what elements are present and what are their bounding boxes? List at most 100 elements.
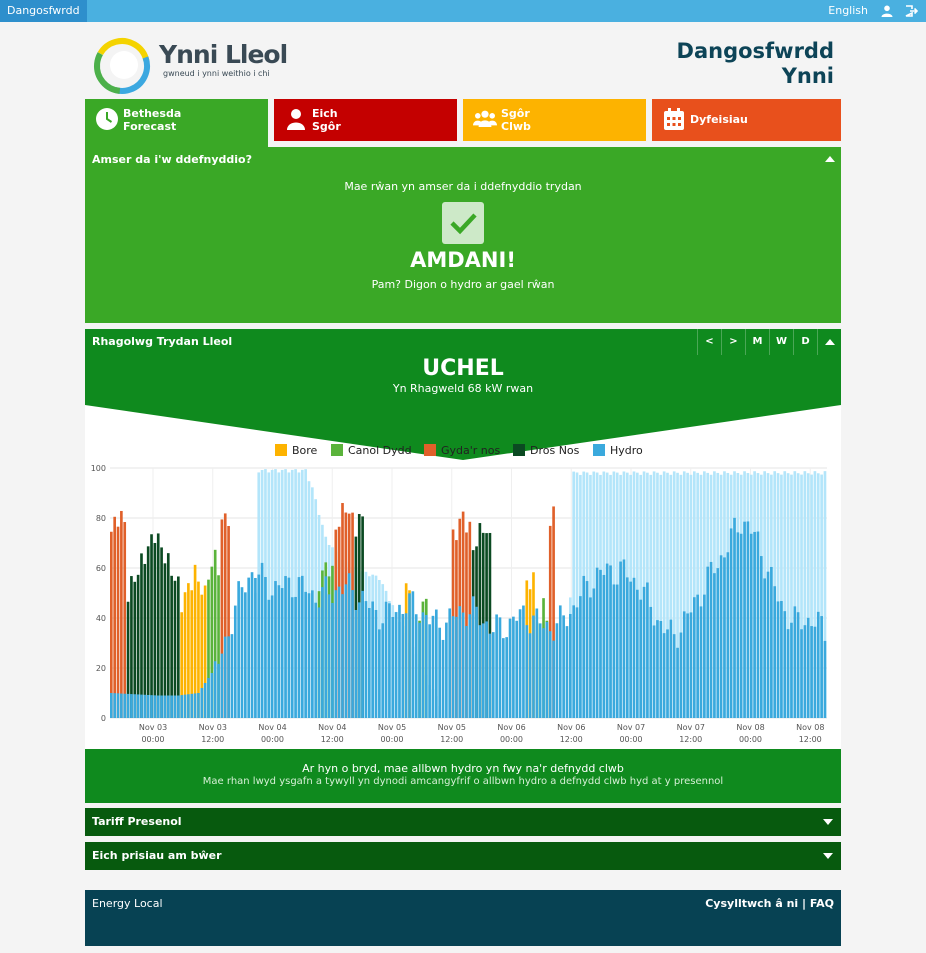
hydro-bar <box>424 614 428 718</box>
tab-your-score[interactable]: Eich Sgôr <box>274 99 457 141</box>
hydro-bar <box>110 693 113 718</box>
collapse-button[interactable] <box>817 329 841 355</box>
hydro-bar <box>538 623 542 718</box>
hydro-bar <box>284 576 287 718</box>
hydro-bar <box>505 637 509 718</box>
logo-tagline: gwneud i ynni weithio i chi <box>163 69 270 78</box>
hydro-bar <box>441 639 445 718</box>
logout-icon[interactable] <box>905 5 918 17</box>
good-time-panel: Amser da i'w ddefnyddio? Mae rŵan yn ams… <box>85 147 841 323</box>
hydro-bar <box>716 568 720 718</box>
hydro-bar <box>153 695 157 718</box>
footer-links[interactable]: Cysylltwch â ni | FAQ <box>705 897 834 910</box>
expand-caret-icon[interactable] <box>823 853 833 859</box>
hydro-bar <box>203 683 207 718</box>
hydro-bar <box>679 632 683 718</box>
hydro-bar <box>197 693 200 718</box>
logo-name: Ynni Lleol <box>159 40 288 69</box>
week-view-button[interactable]: W <box>769 329 793 355</box>
hydro-bar <box>535 608 539 718</box>
language-switch[interactable]: English <box>828 0 868 22</box>
hydro-bar <box>565 626 569 718</box>
hydro-bar <box>270 595 274 718</box>
brand-link[interactable]: Dangosfwrdd <box>0 0 87 22</box>
usage-bar <box>110 531 113 718</box>
hydro-bar <box>562 615 565 718</box>
hydro-bar <box>337 586 341 718</box>
hydro-bar <box>468 614 472 718</box>
hydro-bar <box>227 636 230 718</box>
hydro-bar <box>146 694 150 718</box>
tab-your-score-label: Eich Sgôr <box>312 107 341 133</box>
legend-item-bore[interactable]: Bore <box>275 444 317 457</box>
usage-bar <box>113 516 117 718</box>
tab-forecast[interactable]: Bethesda Forecast <box>85 99 268 147</box>
tab-club-score[interactable]: Sgôr Clwb <box>463 99 646 141</box>
month-view-button[interactable]: M <box>745 329 769 355</box>
hydro-bar <box>502 638 505 718</box>
hydro-bar <box>237 581 240 718</box>
hydro-bar <box>297 577 301 718</box>
collapse-caret-icon[interactable] <box>825 156 835 162</box>
hydro-bar <box>341 594 344 718</box>
hydro-bar <box>699 606 703 718</box>
hydro-bar <box>753 531 756 718</box>
usage-bar <box>123 522 127 718</box>
hydro-bar <box>230 634 234 718</box>
tariff-section-header[interactable]: Tariff Presenol <box>85 808 841 836</box>
legend-item-dros-nos[interactable]: Dros Nos <box>513 444 579 457</box>
hydro-bar <box>706 566 710 718</box>
ynni-lleol-logo-icon[interactable] <box>92 36 152 96</box>
hydro-bar <box>120 693 123 718</box>
tab-devices[interactable]: Dyfeisiau <box>652 99 841 141</box>
hydro-bar <box>810 626 813 718</box>
hydro-bar <box>813 626 817 718</box>
hydro-bar <box>723 557 726 718</box>
day-view-button[interactable]: D <box>793 329 817 355</box>
hydro-bar <box>257 574 261 718</box>
hydro-bar <box>609 565 612 718</box>
hydro-bar <box>488 633 492 718</box>
legend-item-hydro[interactable]: Hydro <box>593 444 643 457</box>
forecast-level: UCHEL <box>422 356 504 381</box>
hydro-bar <box>180 695 184 718</box>
hydro-bar <box>384 601 388 718</box>
x-tick-label: 00:00 <box>141 735 164 744</box>
hydro-bar <box>404 613 408 718</box>
hydro-bar <box>163 695 167 718</box>
hydro-bar <box>347 573 351 718</box>
info-panel: Ar hyn o bryd, mae allbwn hydro yn fwy n… <box>85 749 841 803</box>
hydro-bar <box>515 620 519 718</box>
hydro-bar <box>646 582 649 718</box>
next-button[interactable]: > <box>721 329 745 355</box>
prices-section-title: Eich prisiau am bŵer <box>92 849 222 862</box>
legend-item-gydar-nos[interactable]: Gyda'r nos <box>424 444 500 457</box>
expand-caret-icon[interactable] <box>823 819 833 825</box>
prev-button[interactable]: < <box>697 329 721 355</box>
footer: Energy Local Cysylltwch â ni | FAQ <box>85 890 841 946</box>
good-time-verdict: AMDANI! <box>410 248 516 272</box>
x-tick-label: Nov 08 <box>796 723 824 732</box>
group-icon <box>473 110 497 127</box>
good-time-message: Mae rŵan yn amser da i ddefnyddio trydan <box>344 180 582 193</box>
legend-item-canol-dydd[interactable]: Canol Dydd <box>331 444 412 457</box>
legend-swatch <box>424 444 436 456</box>
x-tick-label: Nov 07 <box>677 723 705 732</box>
x-tick-label: 12:00 <box>201 735 224 744</box>
forecast-panel: Rhagolwg Trydan Lleol < > M W D UCHEL Yn… <box>85 329 841 749</box>
hydro-bar <box>334 590 338 718</box>
hydro-bar <box>692 597 696 718</box>
hydro-bar <box>130 694 133 718</box>
prices-section-header[interactable]: Eich prisiau am bŵer <box>85 842 841 870</box>
hydro-bar <box>592 588 596 718</box>
hydro-bar <box>632 577 636 718</box>
user-icon[interactable] <box>881 5 893 17</box>
x-tick-label: 00:00 <box>619 735 642 744</box>
x-tick-label: 12:00 <box>679 735 702 744</box>
hydro-bar <box>572 605 576 718</box>
hydro-bar <box>703 594 706 718</box>
hydro-bar <box>123 693 127 718</box>
hydro-bar <box>733 517 736 718</box>
hydro-bar <box>528 633 532 718</box>
usage-bar <box>120 510 123 718</box>
